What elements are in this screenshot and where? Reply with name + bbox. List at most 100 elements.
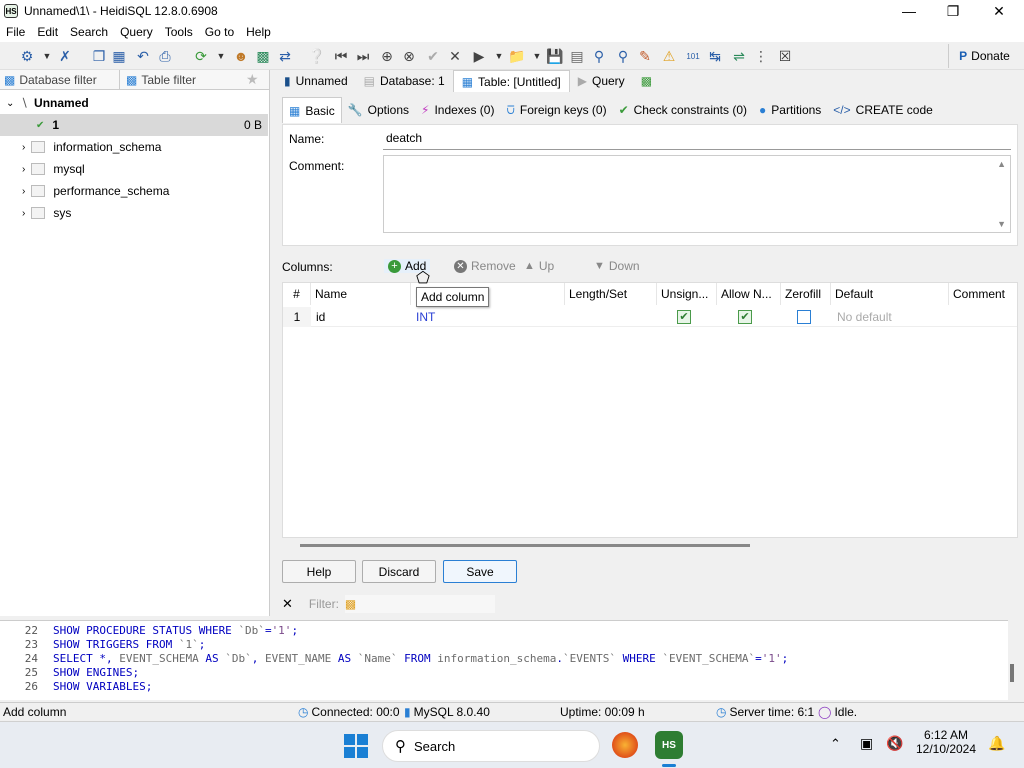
network-icon[interactable]: ▣ xyxy=(860,735,873,752)
add-row-icon[interactable]: ⊕ xyxy=(378,47,396,65)
tab-new-query[interactable]: ▩ xyxy=(633,70,660,92)
heidisql-taskbar-icon[interactable]: HS xyxy=(655,731,683,759)
chevron-up-icon[interactable]: ⌃ xyxy=(830,736,841,752)
save-sql-icon[interactable]: 💾 xyxy=(546,47,564,65)
post-icon[interactable]: ✔ xyxy=(424,47,442,65)
unsigned-cell[interactable]: ✔ xyxy=(677,307,691,327)
tab-database[interactable]: ▤ Database: 1 xyxy=(356,70,453,92)
chevron-right-icon[interactable]: › xyxy=(22,142,25,153)
binary-icon[interactable]: 101 xyxy=(684,47,702,65)
column-header[interactable]: Length/Set xyxy=(565,283,657,305)
open-dropdown-icon[interactable]: ▼ xyxy=(528,47,546,65)
tree-item-database[interactable]: › performance_schema xyxy=(0,180,268,202)
expand-chevron-icon[interactable]: ⌄ xyxy=(6,98,14,109)
tab-create-code[interactable]: </> CREATE code xyxy=(827,97,939,123)
column-header[interactable]: Default xyxy=(831,283,949,305)
move-up-button[interactable]: ▲ Up xyxy=(524,259,554,273)
last-icon[interactable]: ⏭ xyxy=(354,47,372,65)
scroll-up-icon[interactable]: ▲ xyxy=(997,159,1006,169)
paste-icon[interactable]: ▦ xyxy=(110,47,128,65)
sync-icon[interactable]: ⇌ xyxy=(730,47,748,65)
column-header[interactable]: # xyxy=(283,283,311,305)
disconnect-icon[interactable]: ✗ xyxy=(56,47,74,65)
tab-host[interactable]: ▮ Unnamed xyxy=(276,70,356,92)
allow-null-cell[interactable]: ✔ xyxy=(738,307,752,327)
export-icon[interactable]: ▩ xyxy=(254,47,272,65)
cancel-icon[interactable]: ✕ xyxy=(446,47,464,65)
tab-partitions[interactable]: ● Partitions xyxy=(753,97,827,123)
minimize-button[interactable]: — xyxy=(886,0,932,22)
comment-textarea[interactable]: ▲ ▼ xyxy=(383,155,1011,233)
menu-search[interactable]: Search xyxy=(64,25,114,39)
tab-basic[interactable]: ▦ Basic xyxy=(282,97,342,123)
taskbar-clock[interactable]: 6:12 AM 12/10/2024 xyxy=(910,728,982,756)
tab-check-constraints[interactable]: ✔ Check constraints (0) xyxy=(613,97,753,123)
dropdown-arrow-icon[interactable]: ▼ xyxy=(38,47,56,65)
copy-icon[interactable]: ❐ xyxy=(90,47,108,65)
menu-edit[interactable]: Edit xyxy=(31,25,64,39)
menu-query[interactable]: Query xyxy=(114,25,159,39)
session-manager-icon[interactable]: ⚙ xyxy=(18,47,36,65)
close-filter-icon[interactable]: ✕ xyxy=(282,596,293,612)
menu-help[interactable]: Help xyxy=(240,25,277,39)
chevron-right-icon[interactable]: › xyxy=(22,208,25,219)
datatype-cell[interactable]: INT xyxy=(416,307,435,327)
help-button[interactable]: Help xyxy=(282,560,356,583)
chevron-right-icon[interactable]: › xyxy=(22,186,25,197)
close-window-button[interactable]: ✕ xyxy=(976,0,1022,22)
column-header[interactable]: Zerofill xyxy=(781,283,831,305)
menu-goto[interactable]: Go to xyxy=(199,25,240,39)
maximize-button[interactable]: ❐ xyxy=(930,0,976,22)
more-icon[interactable]: ⋮ xyxy=(752,47,770,65)
taskbar-search[interactable]: ⚲ Search xyxy=(382,730,600,762)
undo-icon[interactable]: ↶ xyxy=(134,47,152,65)
notification-bell-icon[interactable]: 🔔 xyxy=(988,735,1005,752)
save-button[interactable]: Save xyxy=(443,560,517,583)
menu-file[interactable]: File xyxy=(0,25,31,39)
remove-column-button[interactable]: ✕ Remove xyxy=(454,259,516,273)
replace-icon[interactable]: ⚲ xyxy=(614,47,632,65)
execute-icon[interactable]: ▶ xyxy=(470,47,488,65)
tab-table[interactable]: ▦ Table: [Untitled] xyxy=(452,70,570,92)
table-filter-input[interactable]: ▩ Table filter xyxy=(120,70,240,90)
column-header[interactable]: Name xyxy=(311,283,411,305)
zerofill-cell[interactable] xyxy=(797,307,811,327)
default-cell[interactable]: No default xyxy=(837,307,892,327)
tab-foreign-keys[interactable]: ⩂ Foreign keys (0) xyxy=(500,97,612,123)
column-header[interactable]: Allow N... xyxy=(717,283,781,305)
tree-item-database[interactable]: › mysql xyxy=(0,158,268,180)
column-header[interactable]: Unsign... xyxy=(657,283,717,305)
sql-log[interactable]: 22 SHOW PROCEDURE STATUS WHERE `Db`='1'; 2… xyxy=(0,620,1008,700)
grid-horizontal-scrollbar[interactable] xyxy=(282,540,1018,554)
donate-button[interactable]: P Donate xyxy=(948,44,1020,68)
tab-options[interactable]: 🔧 Options xyxy=(342,97,415,123)
refresh-icon[interactable]: ⟳ xyxy=(192,47,210,65)
tree-item-database[interactable]: › information_schema xyxy=(0,136,268,158)
print-icon[interactable]: ⎙ xyxy=(156,47,174,65)
format-icon[interactable]: ✎ xyxy=(636,47,654,65)
sql-log-scrollbar[interactable] xyxy=(1010,664,1014,682)
column-header[interactable]: Comment xyxy=(949,283,1019,305)
columns-grid[interactable]: # Name D Length/Set Unsign... Allow N...… xyxy=(282,282,1018,538)
move-down-button[interactable]: ▼ Down xyxy=(594,259,640,273)
volume-icon[interactable]: 🔇 xyxy=(886,735,903,752)
tab-indexes[interactable]: ⚡ Indexes (0) xyxy=(415,97,500,123)
column-name-cell[interactable]: id xyxy=(316,307,325,327)
menu-tools[interactable]: Tools xyxy=(159,25,199,39)
warnings-icon[interactable]: ⚠ xyxy=(660,47,678,65)
help-icon[interactable]: ❔ xyxy=(308,47,326,65)
firefox-icon[interactable] xyxy=(612,732,638,758)
close-tab-icon[interactable]: ☒ xyxy=(776,47,794,65)
database-filter-input[interactable]: ▩ Database filter xyxy=(0,69,120,90)
tree-item-selected-db[interactable]: ✔ 1 0 B xyxy=(0,114,268,136)
transfer-icon[interactable]: ⇄ xyxy=(276,47,294,65)
refresh-dropdown-icon[interactable]: ▼ xyxy=(212,47,230,65)
table-name-input[interactable]: deatch xyxy=(383,128,1011,150)
scroll-down-icon[interactable]: ▼ xyxy=(997,219,1006,229)
filter-input[interactable]: ▩ xyxy=(344,595,495,613)
open-folder-icon[interactable]: 📁 xyxy=(508,47,526,65)
scrollbar-thumb[interactable] xyxy=(300,544,750,547)
wrap-icon[interactable]: ↹ xyxy=(706,47,724,65)
tree-item-database[interactable]: › sys xyxy=(0,202,268,224)
tab-query[interactable]: ▶ Query xyxy=(570,70,633,92)
